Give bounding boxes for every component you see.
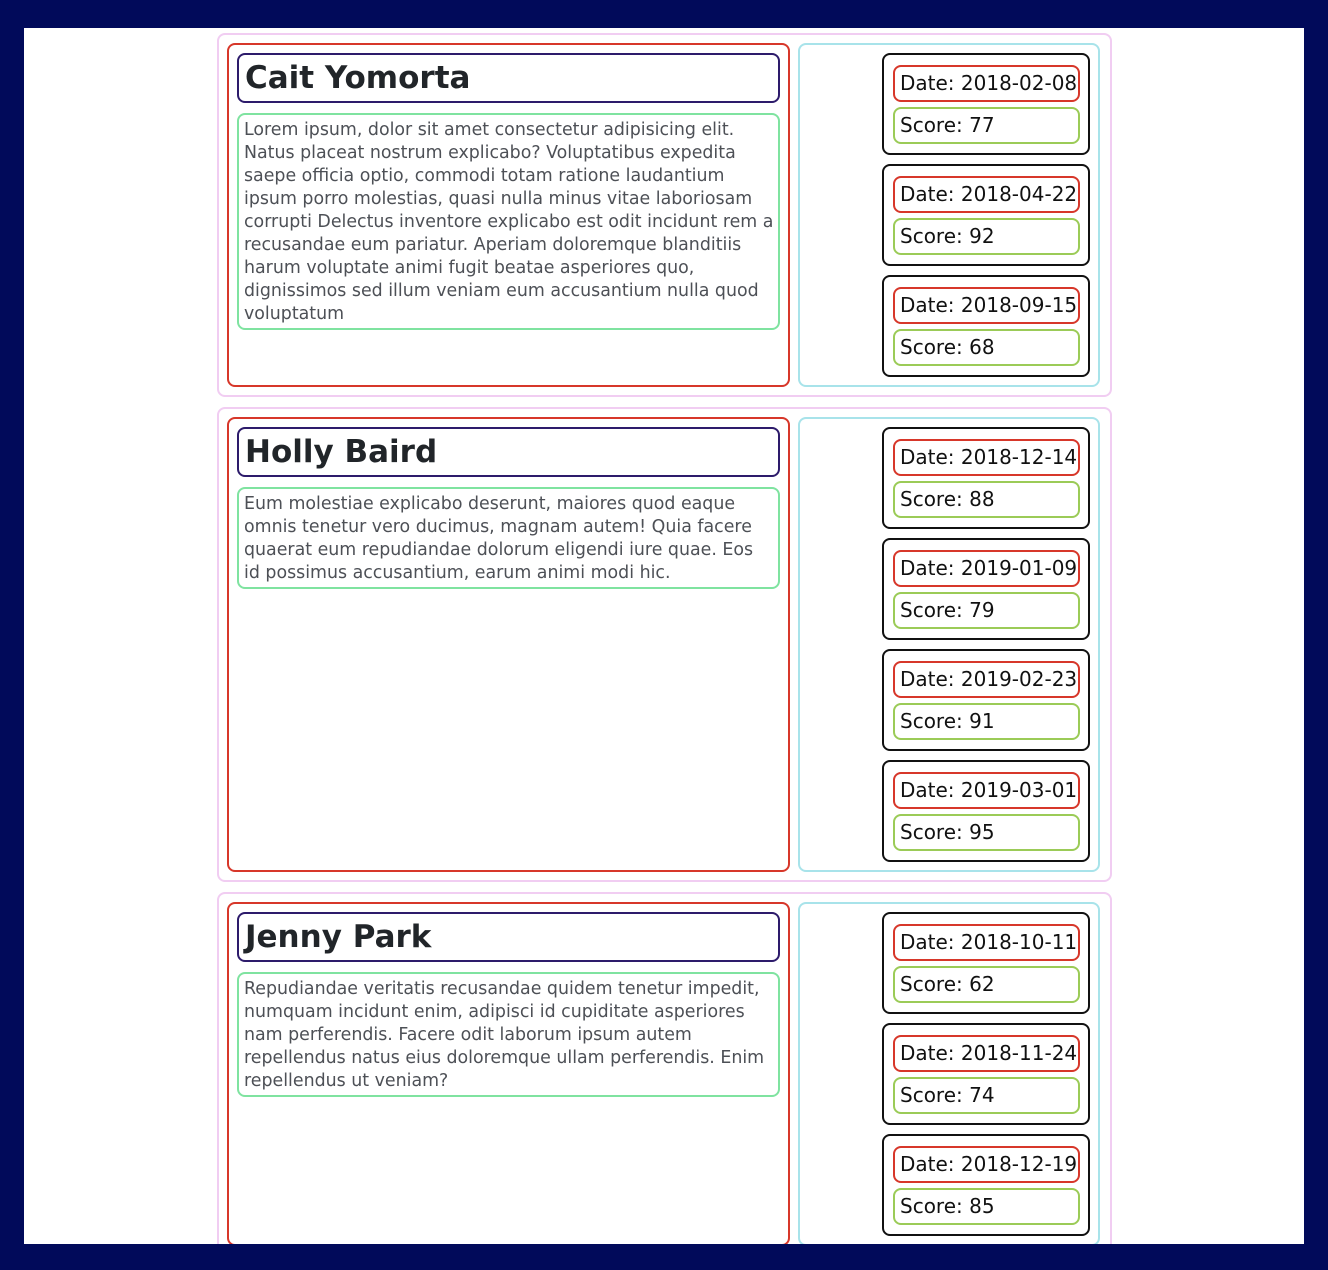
score-date: Date: 2018-10-11 [893, 924, 1080, 961]
score-number: 62 [969, 972, 995, 996]
score-value: Score: 88 [893, 481, 1080, 518]
score-entry: Date: 2018-11-24 Score: 74 [882, 1023, 1090, 1125]
score-prefix: Score: [900, 487, 970, 511]
score-date: Date: 2018-04-22 [893, 176, 1080, 213]
date-prefix: Date: [900, 1041, 961, 1065]
date-value: 2018-11-24 [960, 1041, 1078, 1065]
score-prefix: Score: [900, 598, 970, 622]
score-prefix: Score: [900, 335, 970, 359]
score-date: Date: 2018-11-24 [893, 1035, 1080, 1072]
person-info-panel: Jenny Park Repudiandae veritatis recusan… [227, 902, 790, 1244]
person-info-panel: Holly Baird Eum molestiae explicabo dese… [227, 417, 790, 872]
score-prefix: Score: [900, 1083, 970, 1107]
score-prefix: Score: [900, 224, 970, 248]
score-value: Score: 95 [893, 814, 1080, 851]
score-date: Date: 2019-03-01 [893, 772, 1080, 809]
score-number: 74 [969, 1083, 995, 1107]
date-value: 2018-12-19 [960, 1152, 1078, 1176]
date-prefix: Date: [900, 667, 961, 691]
score-prefix: Score: [900, 709, 970, 733]
score-number: 95 [969, 820, 995, 844]
person-card: Holly Baird Eum molestiae explicabo dese… [217, 407, 1112, 882]
date-value: 2018-02-08 [960, 71, 1078, 95]
date-value: 2018-10-11 [960, 930, 1078, 954]
score-entry: Date: 2018-12-14 Score: 88 [882, 427, 1090, 529]
date-prefix: Date: [900, 182, 961, 206]
score-entry: Date: 2019-01-09 Score: 79 [882, 538, 1090, 640]
person-info-panel: Cait Yomorta Lorem ipsum, dolor sit amet… [227, 43, 790, 387]
score-number: 85 [969, 1194, 995, 1218]
date-prefix: Date: [900, 1152, 961, 1176]
score-entry: Date: 2018-10-11 Score: 62 [882, 912, 1090, 1014]
person-name: Jenny Park [237, 912, 780, 962]
score-value: Score: 91 [893, 703, 1080, 740]
score-value: Score: 77 [893, 107, 1080, 144]
score-value: Score: 68 [893, 329, 1080, 366]
score-value: Score: 92 [893, 218, 1080, 255]
date-prefix: Date: [900, 293, 961, 317]
date-value: 2019-03-01 [960, 778, 1078, 802]
person-card-list: Cait Yomorta Lorem ipsum, dolor sit amet… [217, 33, 1112, 1244]
person-name: Cait Yomorta [237, 53, 780, 103]
score-list-panel: Date: 2018-02-08 Score: 77 Date: 2018-04… [798, 43, 1100, 387]
date-value: 2018-04-22 [960, 182, 1078, 206]
score-list-panel: Date: 2018-12-14 Score: 88 Date: 2019-01… [798, 417, 1100, 872]
person-card: Cait Yomorta Lorem ipsum, dolor sit amet… [217, 33, 1112, 397]
score-entry: Date: 2018-04-22 Score: 92 [882, 164, 1090, 266]
person-bio: Eum molestiae explicabo deserunt, maiore… [237, 487, 780, 589]
score-date: Date: 2019-02-23 [893, 661, 1080, 698]
date-value: 2019-02-23 [960, 667, 1078, 691]
score-date: Date: 2018-02-08 [893, 65, 1080, 102]
score-number: 77 [969, 113, 995, 137]
score-entry: Date: 2018-12-19 Score: 85 [882, 1134, 1090, 1236]
score-date: Date: 2018-12-14 [893, 439, 1080, 476]
score-number: 79 [969, 598, 995, 622]
date-prefix: Date: [900, 778, 961, 802]
person-card: Jenny Park Repudiandae veritatis recusan… [217, 892, 1112, 1244]
score-date: Date: 2018-09-15 [893, 287, 1080, 324]
score-entry: Date: 2019-02-23 Score: 91 [882, 649, 1090, 751]
score-value: Score: 74 [893, 1077, 1080, 1114]
score-prefix: Score: [900, 1194, 970, 1218]
score-prefix: Score: [900, 820, 970, 844]
date-prefix: Date: [900, 445, 961, 469]
person-name: Holly Baird [237, 427, 780, 477]
person-bio: Lorem ipsum, dolor sit amet consectetur … [237, 113, 780, 330]
score-number: 88 [969, 487, 995, 511]
score-entry: Date: 2018-09-15 Score: 68 [882, 275, 1090, 377]
score-number: 91 [969, 709, 995, 733]
score-date: Date: 2018-12-19 [893, 1146, 1080, 1183]
score-number: 68 [969, 335, 995, 359]
date-value: 2018-09-15 [960, 293, 1078, 317]
score-date: Date: 2019-01-09 [893, 550, 1080, 587]
score-entry: Date: 2018-02-08 Score: 77 [882, 53, 1090, 155]
score-entry: Date: 2019-03-01 Score: 95 [882, 760, 1090, 862]
score-prefix: Score: [900, 972, 970, 996]
person-bio: Repudiandae veritatis recusandae quidem … [237, 972, 780, 1097]
date-prefix: Date: [900, 930, 961, 954]
score-value: Score: 79 [893, 592, 1080, 629]
page-frame: Cait Yomorta Lorem ipsum, dolor sit amet… [24, 28, 1304, 1244]
score-prefix: Score: [900, 113, 970, 137]
date-value: 2019-01-09 [960, 556, 1078, 580]
score-list-panel: Date: 2018-10-11 Score: 62 Date: 2018-11… [798, 902, 1100, 1244]
score-value: Score: 85 [893, 1188, 1080, 1225]
date-prefix: Date: [900, 556, 961, 580]
date-value: 2018-12-14 [960, 445, 1078, 469]
date-prefix: Date: [900, 71, 961, 95]
score-number: 92 [969, 224, 995, 248]
score-value: Score: 62 [893, 966, 1080, 1003]
